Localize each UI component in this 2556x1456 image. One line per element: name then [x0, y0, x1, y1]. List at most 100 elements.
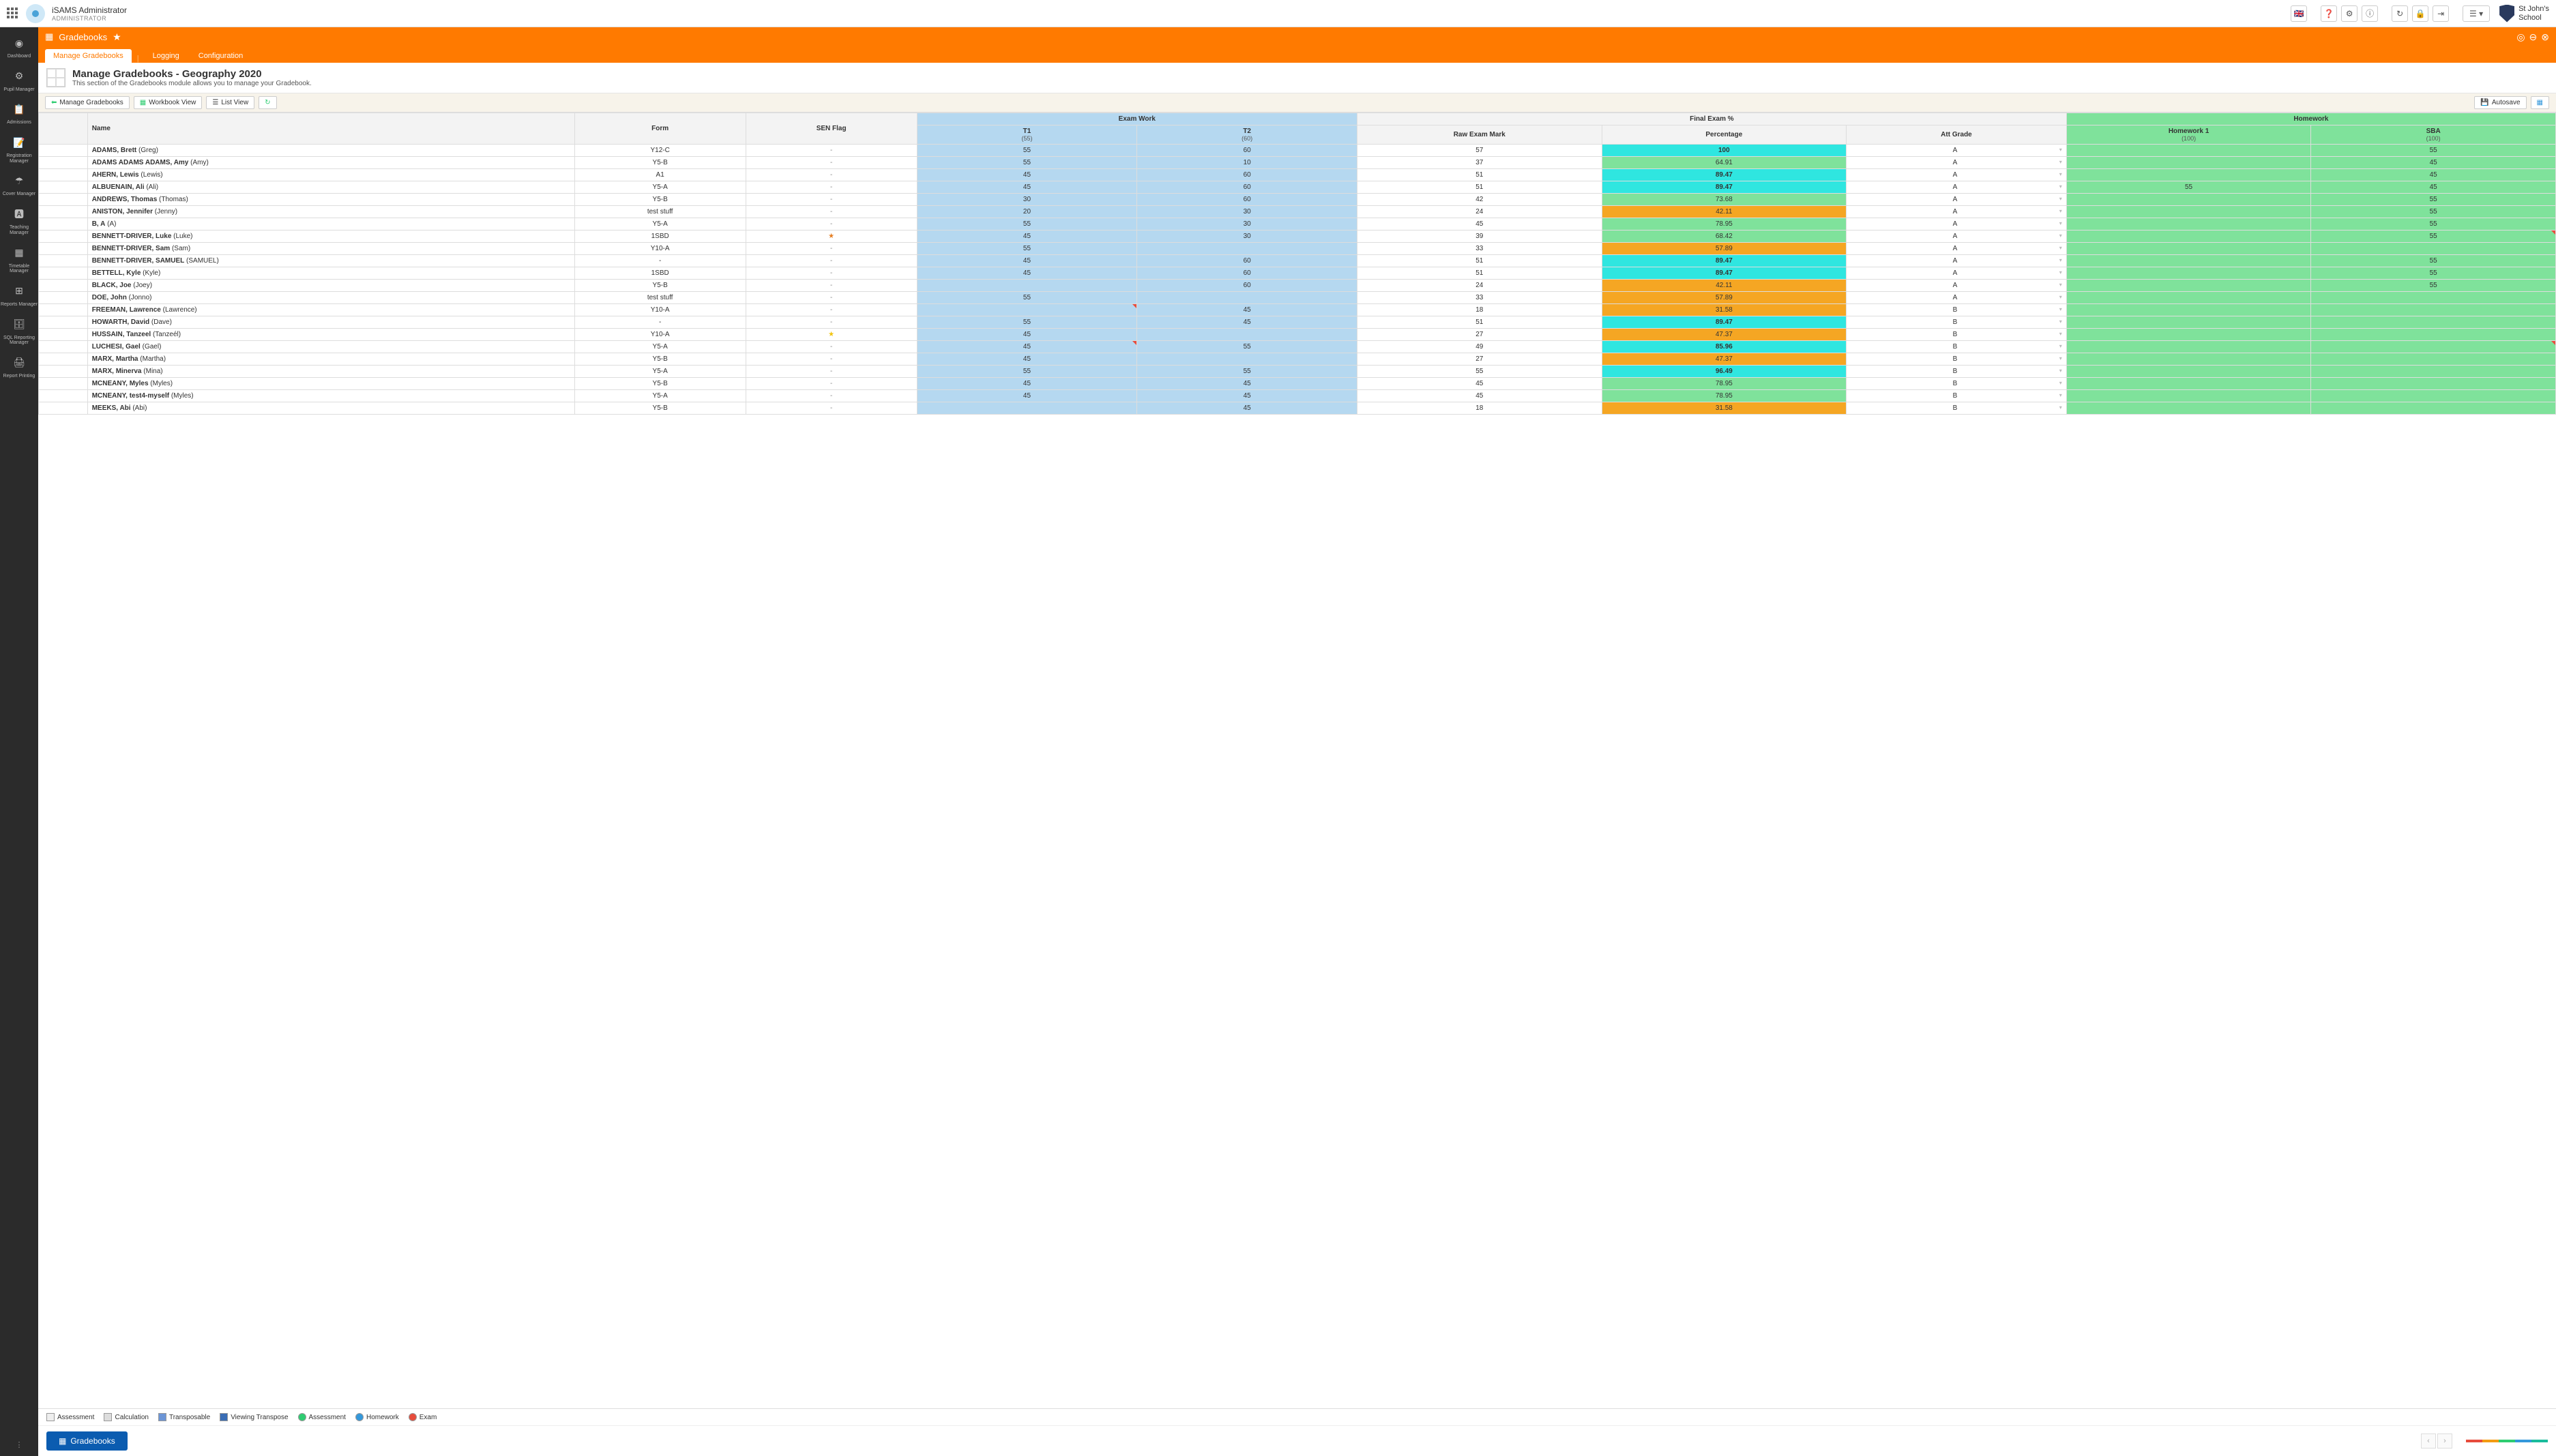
- hw1-cell[interactable]: [2066, 402, 2311, 415]
- sen-cell[interactable]: -: [746, 243, 917, 255]
- student-name[interactable]: ADAMS ADAMS ADAMS, Amy (Amy): [87, 157, 574, 169]
- student-name[interactable]: DOE, John (Jonno): [87, 292, 574, 304]
- col-raw-exam[interactable]: Raw Exam Mark: [1357, 125, 1602, 145]
- t1-cell[interactable]: 45: [917, 255, 1137, 267]
- raw-cell[interactable]: 55: [1357, 366, 1602, 378]
- col-t2[interactable]: T2 (60): [1137, 125, 1357, 145]
- sen-cell[interactable]: ★: [746, 231, 917, 243]
- att-cell[interactable]: B▾: [1847, 329, 2067, 341]
- sen-cell[interactable]: -: [746, 145, 917, 157]
- sen-cell[interactable]: -: [746, 292, 917, 304]
- avatar[interactable]: [26, 4, 45, 23]
- raw-cell[interactable]: 45: [1357, 218, 1602, 231]
- t2-cell[interactable]: 60: [1137, 194, 1357, 206]
- col-att-grade[interactable]: Att Grade: [1847, 125, 2067, 145]
- close-icon[interactable]: ⊗: [2541, 31, 2549, 43]
- sba-cell[interactable]: 55: [2311, 280, 2556, 292]
- hw1-cell[interactable]: [2066, 231, 2311, 243]
- hw1-cell[interactable]: [2066, 329, 2311, 341]
- student-name[interactable]: BENNETT-DRIVER, Sam (Sam): [87, 243, 574, 255]
- t1-cell[interactable]: 55: [917, 292, 1137, 304]
- refresh-button[interactable]: ↻: [259, 96, 276, 109]
- t2-cell[interactable]: 30: [1137, 218, 1357, 231]
- att-cell[interactable]: A▾: [1847, 243, 2067, 255]
- pct-cell[interactable]: 68.42: [1602, 231, 1847, 243]
- sen-cell[interactable]: -: [746, 402, 917, 415]
- form-cell[interactable]: 1SBD: [574, 267, 746, 280]
- att-cell[interactable]: A▾: [1847, 231, 2067, 243]
- raw-cell[interactable]: 51: [1357, 267, 1602, 280]
- raw-cell[interactable]: 18: [1357, 402, 1602, 415]
- minimize-icon[interactable]: ⊖: [2529, 31, 2538, 43]
- list-dropdown-icon[interactable]: ☰ ▾: [2463, 5, 2490, 22]
- t1-cell[interactable]: 45: [917, 353, 1137, 366]
- sidebar-item-registration[interactable]: 📝Registration Manager: [0, 130, 38, 168]
- raw-cell[interactable]: 33: [1357, 292, 1602, 304]
- info-icon[interactable]: ⓘ: [2362, 5, 2378, 22]
- table-row[interactable]: ANDREWS, Thomas (Thomas)Y5-B-30604273.68…: [39, 194, 2556, 206]
- pct-cell[interactable]: 42.11: [1602, 280, 1847, 292]
- t2-cell[interactable]: 45: [1137, 316, 1357, 329]
- form-cell[interactable]: Y10-A: [574, 243, 746, 255]
- sba-cell[interactable]: 55: [2311, 267, 2556, 280]
- sba-cell[interactable]: 55: [2311, 255, 2556, 267]
- table-row[interactable]: MARX, Minerva (Mina)Y5-A-55555596.49B▾: [39, 366, 2556, 378]
- sba-cell[interactable]: [2311, 329, 2556, 341]
- hw1-cell[interactable]: [2066, 206, 2311, 218]
- att-cell[interactable]: A▾: [1847, 145, 2067, 157]
- sidebar-item-cover-manager[interactable]: ☂Cover Manager: [0, 168, 38, 201]
- hw1-cell[interactable]: [2066, 255, 2311, 267]
- att-cell[interactable]: A▾: [1847, 194, 2067, 206]
- raw-cell[interactable]: 33: [1357, 243, 1602, 255]
- t2-cell[interactable]: [1137, 243, 1357, 255]
- hw1-cell[interactable]: [2066, 304, 2311, 316]
- sba-cell[interactable]: [2311, 378, 2556, 390]
- att-cell[interactable]: A▾: [1847, 206, 2067, 218]
- sba-cell[interactable]: [2311, 402, 2556, 415]
- pct-cell[interactable]: 78.95: [1602, 218, 1847, 231]
- sen-cell[interactable]: -: [746, 181, 917, 194]
- form-cell[interactable]: -: [574, 316, 746, 329]
- tab-logging[interactable]: Logging: [145, 49, 188, 63]
- att-cell[interactable]: B▾: [1847, 366, 2067, 378]
- t2-cell[interactable]: 60: [1137, 280, 1357, 292]
- t1-cell[interactable]: 20: [917, 206, 1137, 218]
- sen-cell[interactable]: -: [746, 194, 917, 206]
- table-row[interactable]: HUSSAIN, Tanzeel (Tanzeél)Y10-A★452747.3…: [39, 329, 2556, 341]
- t1-cell[interactable]: 45: [917, 329, 1137, 341]
- student-name[interactable]: ALBUENAIN, Ali (Ali): [87, 181, 574, 194]
- pct-cell[interactable]: 89.47: [1602, 169, 1847, 181]
- t1-cell[interactable]: 45: [917, 390, 1137, 402]
- tab-manage-gradebooks[interactable]: Manage Gradebooks: [45, 49, 132, 63]
- att-cell[interactable]: A▾: [1847, 267, 2067, 280]
- student-name[interactable]: MARX, Martha (Martha): [87, 353, 574, 366]
- sba-cell[interactable]: [2311, 353, 2556, 366]
- t1-cell[interactable]: 45: [917, 231, 1137, 243]
- col-t1[interactable]: T1 (55): [917, 125, 1137, 145]
- pct-cell[interactable]: 31.58: [1602, 402, 1847, 415]
- table-row[interactable]: HOWARTH, David (Dave)--55455189.47B▾: [39, 316, 2556, 329]
- sen-cell[interactable]: -: [746, 157, 917, 169]
- t2-cell[interactable]: [1137, 329, 1357, 341]
- sba-cell[interactable]: 45: [2311, 181, 2556, 194]
- gradebooks-button[interactable]: ▦Gradebooks: [46, 1431, 128, 1451]
- pct-cell[interactable]: 57.89: [1602, 292, 1847, 304]
- hw1-cell[interactable]: [2066, 366, 2311, 378]
- sidebar-item-dashboard[interactable]: ◉Dashboard: [0, 30, 38, 63]
- student-name[interactable]: LUCHESI, Gael (Gael): [87, 341, 574, 353]
- student-name[interactable]: ADAMS, Brett (Greg): [87, 145, 574, 157]
- t2-cell[interactable]: 45: [1137, 378, 1357, 390]
- target-icon[interactable]: ◎: [2516, 31, 2525, 43]
- apps-grid-icon[interactable]: [7, 8, 19, 20]
- table-row[interactable]: DOE, John (Jonno)test stuff-553357.89A▾: [39, 292, 2556, 304]
- raw-cell[interactable]: 51: [1357, 181, 1602, 194]
- raw-cell[interactable]: 57: [1357, 145, 1602, 157]
- table-row[interactable]: MCNEANY, test4-myself (Myles)Y5-A-454545…: [39, 390, 2556, 402]
- pct-cell[interactable]: 78.95: [1602, 378, 1847, 390]
- hw1-cell[interactable]: [2066, 145, 2311, 157]
- raw-cell[interactable]: 45: [1357, 378, 1602, 390]
- t1-cell[interactable]: 55: [917, 218, 1137, 231]
- hw1-cell[interactable]: [2066, 280, 2311, 292]
- help-icon[interactable]: ❓: [2321, 5, 2337, 22]
- sidebar-item-timetable[interactable]: ▦Timetable Manager: [0, 240, 38, 278]
